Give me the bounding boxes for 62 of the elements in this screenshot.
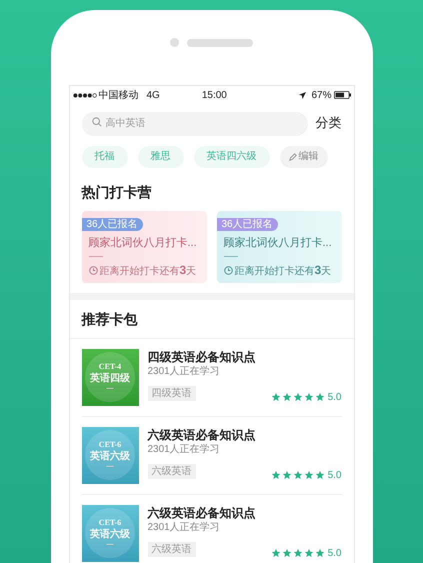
star-icon: [314, 548, 325, 558]
rating-value: 5.0: [328, 546, 342, 560]
star-icon: [304, 470, 314, 480]
section-title: 热门打卡营: [80, 182, 152, 202]
learner-count: 2301人正在学习: [148, 442, 221, 456]
clock-icon: [224, 266, 232, 274]
star-icon: [282, 392, 292, 402]
tag-chip[interactable]: 雅思: [138, 146, 184, 168]
pack-title: 四级英语必备知识点: [148, 348, 256, 364]
cover-text: CET-6: [98, 518, 122, 528]
star-icon: [292, 470, 303, 480]
star-icon: [270, 470, 281, 480]
learner-count: 2301人正在学习: [148, 520, 221, 534]
cover-text: 英语六级: [90, 528, 130, 540]
clock-icon: [88, 266, 98, 274]
countdown-text: 距离开始打卡还有3天: [100, 262, 196, 279]
cover-text: 英语六级: [90, 450, 130, 462]
pack-tag: 六级英语: [148, 542, 196, 556]
location-icon: [299, 92, 306, 98]
tag-chip[interactable]: 英语四六级: [194, 146, 270, 168]
edit-button[interactable]: 编辑: [280, 146, 328, 168]
star-icon: [304, 392, 314, 402]
star-icon: [314, 470, 325, 480]
pack-title: 六级英语必备知识点: [148, 426, 256, 442]
camera-icon: [170, 38, 179, 47]
cover-text: CET-4: [98, 362, 122, 372]
star-icon: [270, 392, 281, 402]
camp-card[interactable]: 36人已报名 顾家北词伙八月打卡... 距离开始打卡还有3天: [82, 210, 206, 282]
star-icon: [270, 548, 281, 558]
signup-badge: 36人已报名: [82, 218, 143, 230]
search-field[interactable]: 高中英语: [82, 112, 308, 136]
network-label: 4G: [146, 88, 160, 102]
pack-title: 六级英语必备知识点: [148, 504, 256, 520]
tag-chip[interactable]: 托福: [82, 146, 128, 168]
cover-text: CET-6: [98, 440, 122, 450]
rating-value: 5.0: [328, 468, 342, 482]
star-icon: [292, 548, 303, 558]
cover-text: 英语四级: [90, 372, 130, 384]
camp-card[interactable]: 36人已报名 顾家北词伙八月打卡... 距离开始打卡还有3天: [216, 210, 342, 282]
pencil-icon: [288, 152, 296, 160]
countdown-text: 距离开始打卡还有3天: [234, 262, 332, 279]
signal-icon: [72, 92, 96, 98]
star-icon: [304, 548, 314, 558]
star-icon: [292, 392, 303, 402]
category-button[interactable]: 分类: [316, 113, 342, 132]
star-icon: [282, 548, 292, 558]
speaker-icon: [187, 38, 253, 46]
star-icon: [282, 470, 292, 480]
pack-tag: 四级英语: [148, 386, 196, 400]
signup-badge: 36人已报名: [216, 218, 278, 230]
clock-label: 15:00: [202, 88, 227, 102]
battery-percent: 67%: [311, 88, 332, 102]
camp-title: 顾家北词伙八月打卡...: [88, 236, 197, 250]
section-title: 推荐卡包: [80, 310, 138, 328]
search-icon: [92, 117, 102, 127]
camp-title: 顾家北词伙八月打卡...: [224, 236, 332, 250]
battery-icon: [334, 91, 350, 99]
carrier-label: 中国移动: [98, 88, 138, 102]
learner-count: 2301人正在学习: [148, 364, 221, 378]
pack-tag: 六级英语: [148, 464, 196, 478]
rating-value: 5.0: [328, 390, 342, 404]
star-icon: [314, 392, 325, 402]
